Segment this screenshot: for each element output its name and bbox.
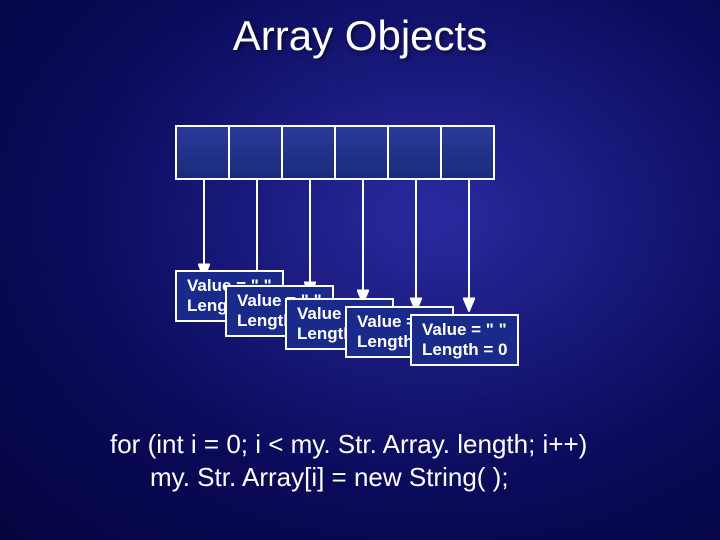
pointer-arrow bbox=[463, 178, 475, 312]
code-line: my. Str. Array[i] = new String( ); bbox=[110, 461, 660, 494]
code-line: for (int i = 0; i < my. Str. Array. leng… bbox=[110, 428, 660, 461]
array-row bbox=[175, 125, 493, 180]
pointer-arrow bbox=[410, 178, 422, 312]
array-cell bbox=[387, 125, 442, 180]
pointer-arrow bbox=[198, 178, 210, 278]
array-cell bbox=[281, 125, 336, 180]
card-length: Length = 0 bbox=[422, 340, 507, 360]
card-value: Value = " " bbox=[422, 320, 507, 340]
pointer-arrow bbox=[357, 178, 369, 304]
array-cell bbox=[440, 125, 495, 180]
pointer-arrow bbox=[304, 178, 316, 296]
code-block: for (int i = 0; i < my. Str. Array. leng… bbox=[110, 428, 660, 493]
object-card: Value = " " Length = 0 bbox=[410, 314, 519, 366]
array-cell bbox=[334, 125, 389, 180]
array-cell bbox=[228, 125, 283, 180]
slide-title: Array Objects bbox=[0, 12, 720, 60]
array-cell bbox=[175, 125, 230, 180]
